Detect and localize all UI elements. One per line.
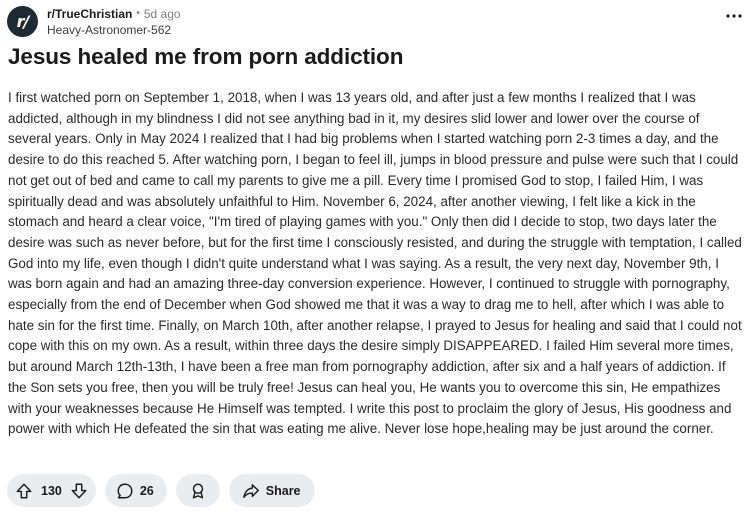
- avatar-letter: r/: [16, 12, 30, 31]
- comment-count: 26: [139, 483, 154, 498]
- post-meta-top: r/TrueChristian • 5d ago: [47, 6, 181, 22]
- subreddit-avatar-icon[interactable]: r/: [7, 6, 38, 37]
- comment-bubble-icon: [117, 483, 133, 498]
- post-body: I first watched porn on September 1, 201…: [8, 90, 742, 437]
- share-arrow-icon: [243, 483, 259, 498]
- post-actions: 130 26 Share: [7, 474, 315, 507]
- award-button[interactable]: [175, 474, 220, 507]
- share-button[interactable]: Share: [228, 474, 315, 507]
- share-label: Share: [265, 483, 301, 498]
- vote-bar: 130: [7, 474, 96, 507]
- post-meta: r/TrueChristian • 5d ago Heavy-Astronome…: [47, 6, 181, 38]
- downvote-arrow-icon[interactable]: [68, 480, 90, 502]
- more-options-icon[interactable]: [722, 6, 746, 26]
- post-header: r/ r/TrueChristian • 5d ago Heavy-Astron…: [7, 6, 738, 40]
- award-icon: [192, 483, 203, 498]
- author-link[interactable]: Heavy-Astronomer-562: [47, 22, 181, 38]
- post-age: 5d ago: [143, 7, 181, 21]
- meta-separator: •: [136, 8, 140, 19]
- post-title: Jesus healed me from porn addiction: [8, 44, 404, 69]
- upvote-arrow-icon[interactable]: [13, 480, 35, 502]
- vote-count: 130: [41, 483, 62, 498]
- comments-button[interactable]: 26: [104, 474, 167, 507]
- subreddit-link[interactable]: r/TrueChristian: [47, 6, 132, 22]
